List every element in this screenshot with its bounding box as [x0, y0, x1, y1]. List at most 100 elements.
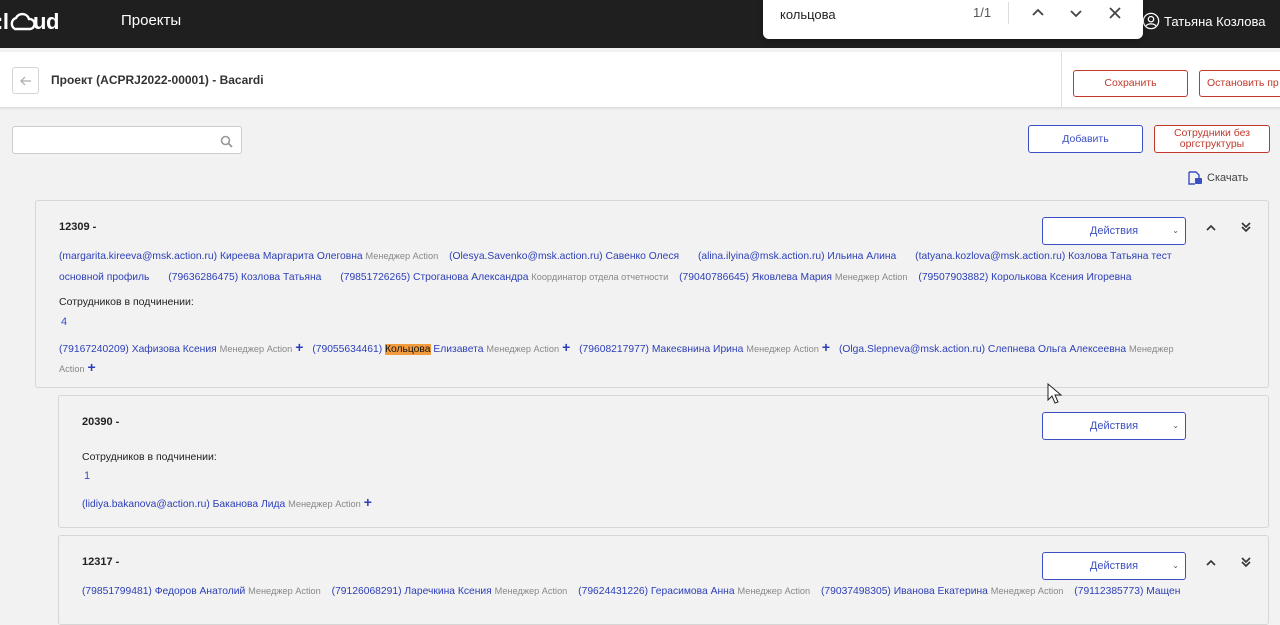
member-link[interactable]: (79167240209) Хафизова Ксения: [59, 344, 217, 355]
member-name-rest: Елизавета: [430, 344, 484, 355]
subordinates-list: (79167240209) Хафизова Ксения Менеджер A…: [59, 337, 1254, 380]
chevron-down-icon: [1070, 10, 1082, 18]
org-unit-card: 12317 - Действия ⌄ (79851799481) Федоров…: [58, 535, 1269, 625]
download-button[interactable]: Скачать: [1188, 171, 1248, 185]
svg-text:ud: ud: [33, 9, 59, 34]
member-role: Менеджер Action: [737, 586, 811, 596]
find-prev-button[interactable]: [1027, 2, 1049, 24]
org-unit-title: 12309 -: [59, 221, 97, 233]
search-icon[interactable]: [220, 133, 234, 148]
user-icon: [1142, 12, 1160, 30]
member-role: Менеджер Action: [486, 344, 560, 354]
subordinates-count[interactable]: 4: [61, 316, 67, 328]
member-role: Action: [59, 364, 85, 374]
member-link[interactable]: (79037498305) Иванова Екатерина: [821, 586, 988, 597]
member-link[interactable]: (lidiya.bakanova@action.ru) Баканова Лид…: [82, 499, 285, 510]
member-link[interactable]: (Olesya.Savenko@msk.action.ru) Савенко О…: [449, 251, 679, 262]
member-role: Менеджер Action: [288, 499, 361, 509]
subordinates-label: Сотрудников в подчинении:: [82, 451, 217, 463]
find-close-button[interactable]: [1104, 2, 1126, 24]
expand-all-button[interactable]: [1239, 555, 1253, 569]
logo-mark: :l ud: [0, 9, 59, 34]
search-field[interactable]: [12, 126, 242, 154]
member-phone: (79055634461): [312, 344, 386, 355]
member-link[interactable]: (79112385773) Мащен: [1074, 586, 1180, 597]
download-file-icon: [1188, 171, 1202, 185]
user-menu[interactable]: Татьяна Козлова: [1142, 12, 1266, 30]
member-link[interactable]: (79055634461) Кольцова Елизавета: [312, 344, 484, 355]
member-role: Менеджер Action: [834, 272, 908, 282]
org-unit-title: 12317 -: [82, 556, 120, 568]
add-button[interactable]: Добавить: [1028, 125, 1143, 153]
chevron-down-icon: ⌄: [1172, 561, 1179, 570]
add-icon[interactable]: +: [562, 339, 570, 355]
svg-text::l: :l: [0, 9, 8, 34]
actions-label: Действия: [1089, 560, 1139, 572]
member-link[interactable]: (alina.ilyina@msk.action.ru) Ильина Алин…: [698, 251, 896, 262]
header-divider: [1061, 52, 1062, 108]
stop-button[interactable]: Остановить пр: [1199, 70, 1280, 97]
mouse-cursor-icon: [1047, 383, 1063, 404]
member-role: Менеджер: [1128, 344, 1174, 354]
download-label: Скачать: [1207, 172, 1249, 184]
search-input[interactable]: [13, 127, 203, 153]
member-link[interactable]: (79851726265) Строганова Александра: [340, 272, 528, 283]
collapse-button[interactable]: [1204, 556, 1218, 570]
subordinates-count[interactable]: 1: [84, 470, 90, 482]
find-bar: 1/1: [763, 0, 1143, 39]
double-chevron-down-icon: [1241, 222, 1251, 233]
find-divider: [1008, 2, 1009, 24]
find-input[interactable]: [780, 4, 930, 24]
member-link[interactable]: (79126068291) Ларечкина Ксения: [332, 586, 492, 597]
org-unit-card: 20390 - Действия ⌄ Сотрудников в подчине…: [58, 395, 1269, 528]
add-icon[interactable]: +: [364, 494, 372, 510]
actions-dropdown[interactable]: Действия ⌄: [1042, 412, 1186, 440]
search-highlight: Кольцова: [385, 344, 431, 355]
member-link[interactable]: (margarita.kireeva@msk.action.ru) Киреев…: [59, 251, 363, 262]
save-button[interactable]: Сохранить: [1073, 70, 1188, 97]
app-logo[interactable]: :l ud cloud: [0, 8, 68, 42]
add-icon[interactable]: +: [822, 339, 830, 355]
employees-no-org-line2: оргструктуры: [1179, 138, 1245, 150]
subordinates-label: Сотрудников в подчинении:: [59, 296, 194, 308]
find-count: 1/1: [973, 5, 992, 20]
member-link[interactable]: (79040786645) Яковлева Мария: [679, 272, 832, 283]
add-icon[interactable]: +: [295, 339, 303, 355]
employees-no-org-button[interactable]: Сотрудники без оргструктуры: [1154, 125, 1270, 153]
chevron-up-icon: [1032, 8, 1044, 16]
member-link[interactable]: (79624431226) Герасимова Анна: [578, 586, 734, 597]
members-row: основной профиль (79636286475) Козлова Т…: [59, 267, 1249, 288]
member-link[interactable]: (79851799481) Федоров Анатолий: [82, 586, 245, 597]
collapse-button[interactable]: [1204, 221, 1218, 235]
member-link[interactable]: (79507903882) Королькова Ксения Игоревна: [918, 272, 1131, 283]
double-chevron-down-icon: [1241, 557, 1251, 568]
member-role: Менеджер Action: [248, 586, 321, 596]
chevron-down-icon: ⌄: [1172, 421, 1179, 430]
members-list: (79851799481) Федоров Анатолий Менеджер …: [82, 581, 1272, 602]
member-link[interactable]: (Olga.Slepneva@msk.action.ru) Слепнева О…: [839, 344, 1126, 355]
member-link[interactable]: (tatyana.kozlova@msk.action.ru) Козлова …: [915, 251, 1171, 262]
arrow-left-icon: [19, 76, 31, 85]
page-title: Проект (ACPRJ2022-00001) - Bacardi: [51, 73, 264, 87]
nav-title-projects[interactable]: Проекты: [121, 12, 181, 29]
actions-dropdown[interactable]: Действия ⌄: [1042, 217, 1186, 245]
member-link[interactable]: (79636286475) Козлова Татьяна: [168, 272, 321, 283]
subordinates-list: (lidiya.bakanova@action.ru) Баканова Лид…: [82, 492, 1232, 515]
expand-all-button[interactable]: [1239, 220, 1253, 234]
actions-label: Действия: [1089, 225, 1139, 237]
org-unit-title: 20390 -: [82, 416, 120, 428]
member-role: Менеджер Action: [219, 344, 293, 354]
member-role: Менеджер Action: [990, 586, 1064, 596]
member-role: Менеджер Action: [746, 344, 819, 354]
find-next-button[interactable]: [1065, 2, 1087, 24]
member-role: Менеджер Action: [494, 586, 568, 596]
members-list: (margarita.kireeva@msk.action.ru) Киреев…: [59, 246, 1249, 288]
member-link[interactable]: (79608217977) Макеєвнина Ирина: [579, 344, 743, 355]
members-row: (margarita.kireeva@msk.action.ru) Киреев…: [59, 246, 1249, 267]
back-button[interactable]: [12, 67, 39, 94]
actions-label: Действия: [1089, 420, 1139, 432]
user-name: Татьяна Козлова: [1164, 13, 1266, 29]
add-icon[interactable]: +: [88, 359, 96, 375]
actions-dropdown[interactable]: Действия ⌄: [1042, 552, 1186, 580]
member-link[interactable]: основной профиль: [59, 272, 149, 283]
